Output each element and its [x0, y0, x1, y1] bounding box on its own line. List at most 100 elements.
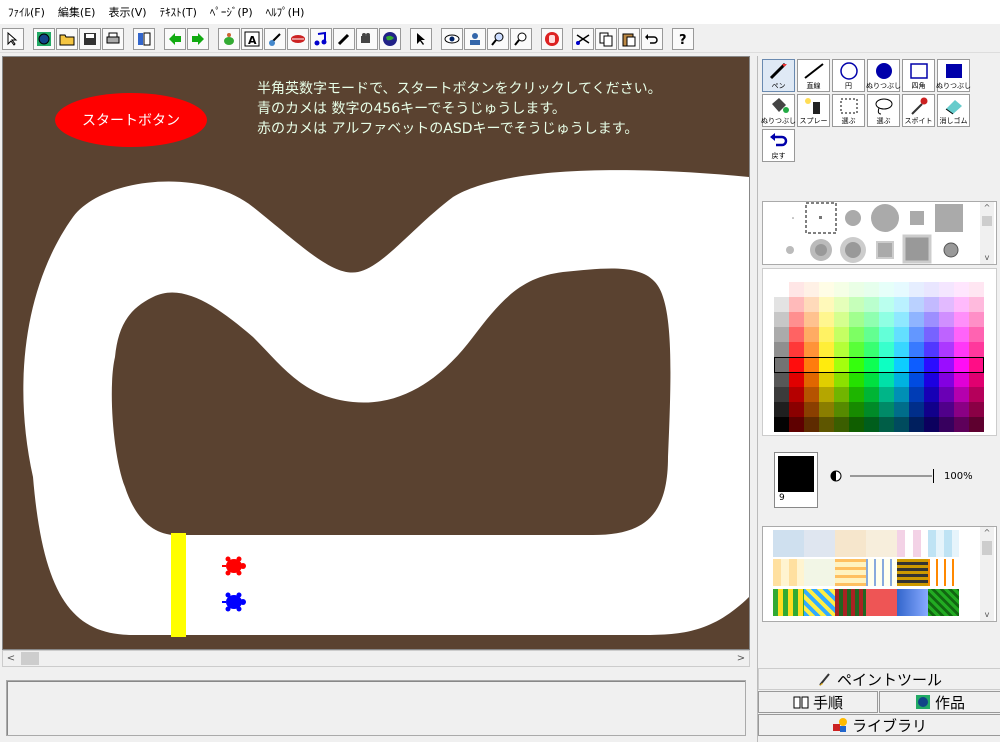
palette-swatch[interactable] — [834, 342, 849, 357]
copy-icon[interactable] — [595, 27, 617, 50]
palette-swatch[interactable] — [804, 297, 819, 312]
texture-scrollbar[interactable]: ^ v — [980, 527, 994, 621]
palette-swatch[interactable] — [939, 297, 954, 312]
palette-swatch[interactable] — [849, 402, 864, 417]
palette-swatch[interactable] — [879, 417, 894, 432]
palette-swatch[interactable] — [924, 357, 939, 372]
palette-swatch[interactable] — [774, 282, 789, 297]
palette-swatch[interactable] — [819, 327, 834, 342]
palette-swatch[interactable] — [894, 417, 909, 432]
palette-swatch[interactable] — [864, 327, 879, 342]
palette-swatch[interactable] — [789, 402, 804, 417]
text-icon[interactable]: A — [241, 27, 263, 50]
palette-swatch[interactable] — [939, 342, 954, 357]
palette-swatch[interactable] — [864, 297, 879, 312]
palette-swatch[interactable] — [969, 327, 984, 342]
palette-swatch[interactable] — [969, 312, 984, 327]
pointer-icon[interactable] — [410, 27, 432, 50]
palette-swatch[interactable] — [834, 372, 849, 387]
palette-swatch[interactable] — [924, 342, 939, 357]
tool-eyedropper[interactable]: スポイト — [902, 94, 935, 127]
palette-swatch[interactable] — [909, 297, 924, 312]
person-icon[interactable] — [464, 27, 486, 50]
undo-icon[interactable] — [641, 27, 663, 50]
palette-swatch[interactable] — [774, 387, 789, 402]
palette-swatch[interactable] — [819, 312, 834, 327]
palette-swatch[interactable] — [894, 282, 909, 297]
menu-page[interactable]: ﾍﾟｰｼﾞ(P) — [206, 4, 262, 20]
opacity-slider[interactable] — [850, 469, 934, 483]
palette-swatch[interactable] — [879, 342, 894, 357]
palette-swatch[interactable] — [849, 372, 864, 387]
zoom-in-icon[interactable] — [487, 27, 509, 50]
stamp-icon[interactable] — [264, 27, 286, 50]
palette-swatch[interactable] — [969, 372, 984, 387]
palette-swatch[interactable] — [774, 357, 789, 372]
texture-swatch[interactable] — [773, 559, 804, 586]
palette-swatch[interactable] — [819, 342, 834, 357]
palette-swatch[interactable] — [879, 372, 894, 387]
brush-scrollbar[interactable]: ^ v — [980, 202, 994, 264]
palette-swatch[interactable] — [834, 357, 849, 372]
palette-swatch[interactable] — [879, 387, 894, 402]
palette-swatch[interactable] — [819, 357, 834, 372]
paste-icon[interactable] — [618, 27, 640, 50]
turtle-icon[interactable] — [218, 27, 240, 50]
palette-swatch[interactable] — [849, 417, 864, 432]
drawing-canvas[interactable]: スタートボタン 半角英数字モードで、スタートボタンをクリックしてください。 青の… — [3, 57, 749, 649]
palette-swatch[interactable] — [834, 402, 849, 417]
palette-swatch[interactable] — [834, 282, 849, 297]
zoom-out-icon[interactable] — [510, 27, 532, 50]
palette-swatch[interactable] — [954, 402, 969, 417]
palette-swatch[interactable] — [939, 372, 954, 387]
menu-view[interactable]: 表示(V) — [104, 4, 155, 20]
palette-swatch[interactable] — [954, 357, 969, 372]
palette-swatch[interactable] — [939, 327, 954, 342]
cursor-icon[interactable] — [2, 27, 24, 50]
palette-swatch[interactable] — [789, 327, 804, 342]
color-palette[interactable] — [762, 268, 997, 436]
tab-works[interactable]: 作品 — [879, 691, 1000, 713]
palette-grid[interactable] — [774, 282, 986, 432]
texture-swatch[interactable] — [835, 589, 866, 616]
tool-rectangle[interactable]: 四角 — [902, 59, 935, 92]
opacity-thumb[interactable] — [931, 469, 934, 483]
tool-bucket[interactable]: ぬりつぶし — [761, 94, 796, 127]
palette-swatch[interactable] — [819, 402, 834, 417]
palette-swatch[interactable] — [804, 402, 819, 417]
tool-pen[interactable]: ペン — [762, 59, 795, 92]
palette-swatch[interactable] — [954, 312, 969, 327]
palette-swatch[interactable] — [909, 372, 924, 387]
palette-swatch[interactable] — [849, 387, 864, 402]
palette-swatch[interactable] — [894, 402, 909, 417]
palette-swatch[interactable] — [894, 312, 909, 327]
palette-swatch[interactable] — [864, 357, 879, 372]
palette-swatch[interactable] — [909, 357, 924, 372]
palette-swatch[interactable] — [849, 342, 864, 357]
lips-icon[interactable] — [287, 27, 309, 50]
palette-swatch[interactable] — [954, 387, 969, 402]
canvas-area[interactable]: スタートボタン 半角英数字モードで、スタートボタンをクリックしてください。 青の… — [2, 56, 750, 650]
palette-swatch[interactable] — [969, 402, 984, 417]
palette-swatch[interactable] — [909, 342, 924, 357]
palette-swatch[interactable] — [849, 357, 864, 372]
palette-swatch[interactable] — [939, 402, 954, 417]
palette-swatch[interactable] — [909, 417, 924, 432]
palette-swatch[interactable] — [849, 297, 864, 312]
pencil-icon[interactable] — [333, 27, 355, 50]
texture-swatch[interactable] — [835, 530, 866, 557]
scroll-thumb[interactable] — [21, 652, 39, 665]
current-color[interactable]: 9 — [774, 452, 818, 508]
tool-filled-circle[interactable]: ぬりつぶし — [866, 59, 901, 92]
palette-swatch[interactable] — [804, 387, 819, 402]
menu-file[interactable]: ﾌｧｲﾙ(F) — [4, 4, 54, 20]
palette-swatch[interactable] — [789, 357, 804, 372]
palette-swatch[interactable] — [819, 282, 834, 297]
palette-swatch[interactable] — [774, 312, 789, 327]
help-icon[interactable]: ? — [672, 27, 694, 50]
palette-swatch[interactable] — [879, 297, 894, 312]
palette-swatch[interactable] — [954, 282, 969, 297]
palette-swatch[interactable] — [834, 387, 849, 402]
back-arrow-icon[interactable] — [164, 27, 186, 50]
layout-icon[interactable] — [133, 27, 155, 50]
